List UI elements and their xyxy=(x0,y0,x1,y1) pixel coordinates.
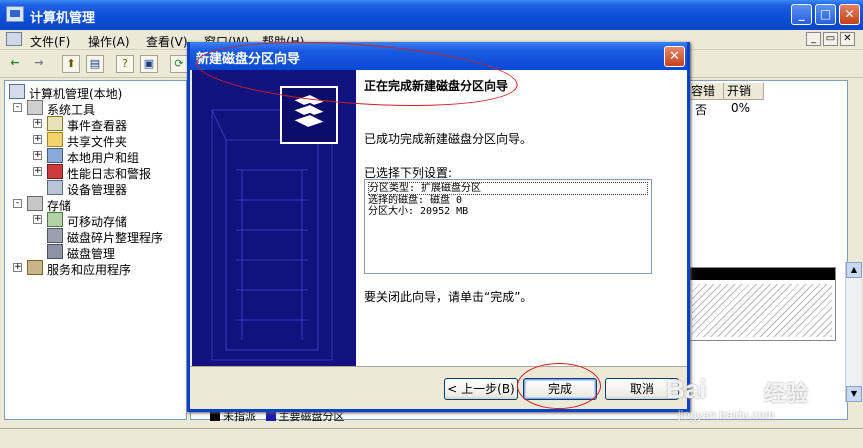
tree-item-defrag[interactable]: 磁盘碎片整理程序 xyxy=(33,228,183,245)
menu-action[interactable]: 操作(A) xyxy=(88,33,130,50)
tree-item-shared-folders[interactable]: + 共享文件夹 xyxy=(33,132,183,149)
column-header-fault-tolerance[interactable]: 容错 xyxy=(688,83,724,100)
expand-icon[interactable]: + xyxy=(33,151,42,160)
console-tree[interactable]: 计算机管理(本地) - 系统工具 + 事件查看器 + 共享文件夹 + 本地用户和… xyxy=(4,80,187,420)
services-icon xyxy=(27,260,43,275)
refresh-icon[interactable]: ⟳ xyxy=(170,55,188,73)
back-button[interactable]: < 上一步(B) xyxy=(444,378,518,400)
export-icon[interactable]: ▣ xyxy=(140,55,158,73)
device-manager-icon xyxy=(47,180,63,195)
mdi-minimize-button[interactable]: _ xyxy=(806,32,821,46)
baidu-watermark: Bai 经验 jingyan.baidu.com xyxy=(666,374,856,430)
wizard-content: 正在完成新建磁盘分区向导 已成功完成新建磁盘分区向导。 已选择下列设置: 分区类… xyxy=(356,70,687,366)
close-button[interactable]: ✕ xyxy=(839,4,860,25)
tools-icon xyxy=(27,100,43,115)
watermark-brand: Bai xyxy=(666,374,707,404)
event-viewer-icon xyxy=(47,116,63,131)
watermark-brand-cn: 经验 xyxy=(764,382,809,407)
performance-icon xyxy=(47,164,63,179)
watermark-site: jingyan.baidu.com xyxy=(678,408,775,422)
menu-file[interactable]: 文件(F) xyxy=(30,33,70,50)
defrag-icon xyxy=(47,228,63,243)
computer-management-icon xyxy=(6,6,24,22)
expand-icon[interactable]: + xyxy=(33,119,42,128)
close-hint-text: 要关闭此向导，请单击“完成”。 xyxy=(364,290,533,304)
status-bar xyxy=(0,428,863,448)
disk-stack-icon xyxy=(192,70,356,366)
settings-summary-box[interactable]: 分区类型: 扩展磁盘分区 选择的磁盘: 磁盘 0 分区大小: 20952 MB xyxy=(364,179,652,274)
summary-line-selected-disk: 选择的磁盘: 磁盘 0 xyxy=(368,195,463,206)
tree-item-system-tools[interactable]: - 系统工具 xyxy=(13,100,183,117)
tree-item-local-users[interactable]: + 本地用户和组 xyxy=(33,148,183,165)
wizard-banner-image xyxy=(192,70,356,366)
mdi-close-button[interactable]: ✕ xyxy=(840,32,855,46)
properties-icon[interactable]: ? xyxy=(116,55,134,73)
back-icon[interactable]: ← xyxy=(6,55,24,73)
cell-overhead: 0% xyxy=(731,101,751,115)
forward-icon[interactable]: → xyxy=(30,55,48,73)
expand-icon[interactable]: + xyxy=(33,135,42,144)
tree-root[interactable]: 计算机管理(本地) xyxy=(9,84,185,101)
dialog-close-button[interactable]: ✕ xyxy=(664,46,685,67)
legend-swatch-unallocated xyxy=(210,411,220,421)
up-icon[interactable]: ⬆ xyxy=(62,55,80,73)
expand-icon[interactable]: + xyxy=(13,263,22,272)
tree-item-removable-storage[interactable]: + 可移动存储 xyxy=(33,212,183,229)
tree-item-device-manager[interactable]: 设备管理器 xyxy=(33,180,183,197)
mdi-restore-button[interactable]: ▭ xyxy=(823,32,838,46)
menu-view[interactable]: 查看(V) xyxy=(146,33,188,50)
summary-line-partition-type: 分区类型: 扩展磁盘分区 xyxy=(368,182,648,195)
tree-item-performance-logs[interactable]: + 性能日志和警报 xyxy=(33,164,183,181)
collapse-icon[interactable]: - xyxy=(13,199,22,208)
selected-partition-hatch xyxy=(692,284,832,337)
expand-icon[interactable]: + xyxy=(33,167,42,176)
scroll-up-icon[interactable]: ▲ xyxy=(846,262,862,278)
column-header-overhead[interactable]: 开销 xyxy=(724,83,764,100)
summary-line-partition-size: 分区大小: 20952 MB xyxy=(368,206,469,217)
system-menu-icon[interactable] xyxy=(6,32,22,46)
annotation-ellipse-finish xyxy=(517,363,601,409)
dialog-footer: < 上一步(B) 完成 取消 xyxy=(190,366,687,409)
tree-item-services[interactable]: + 服务和应用程序 xyxy=(13,260,183,277)
cell-fault-tolerance: 否 xyxy=(695,103,708,117)
disk-partition-graphic[interactable] xyxy=(688,267,836,341)
collapse-icon[interactable]: - xyxy=(13,103,22,112)
window-titlebar[interactable]: 计算机管理 _ □ ✕ xyxy=(0,0,863,30)
show-hide-tree-icon[interactable]: ▤ xyxy=(86,55,104,73)
expand-icon[interactable]: + xyxy=(33,215,42,224)
window-title: 计算机管理 xyxy=(30,11,96,26)
tree-item-storage[interactable]: - 存储 xyxy=(13,196,183,213)
minimize-button[interactable]: _ xyxy=(791,4,812,25)
tree-item-disk-management[interactable]: 磁盘管理 xyxy=(33,244,183,261)
tree-item-event-viewer[interactable]: + 事件查看器 xyxy=(33,116,183,133)
storage-icon xyxy=(27,196,43,211)
maximize-button[interactable]: □ xyxy=(815,4,836,25)
users-icon xyxy=(47,148,63,163)
unallocated-bar xyxy=(689,268,835,280)
computer-icon xyxy=(9,84,25,99)
legend-swatch-primary xyxy=(265,411,276,421)
shared-folder-icon xyxy=(47,132,63,147)
success-message: 已成功完成新建磁盘分区向导。 xyxy=(364,132,533,146)
removable-storage-icon xyxy=(47,212,63,227)
disk-management-icon xyxy=(47,244,63,259)
